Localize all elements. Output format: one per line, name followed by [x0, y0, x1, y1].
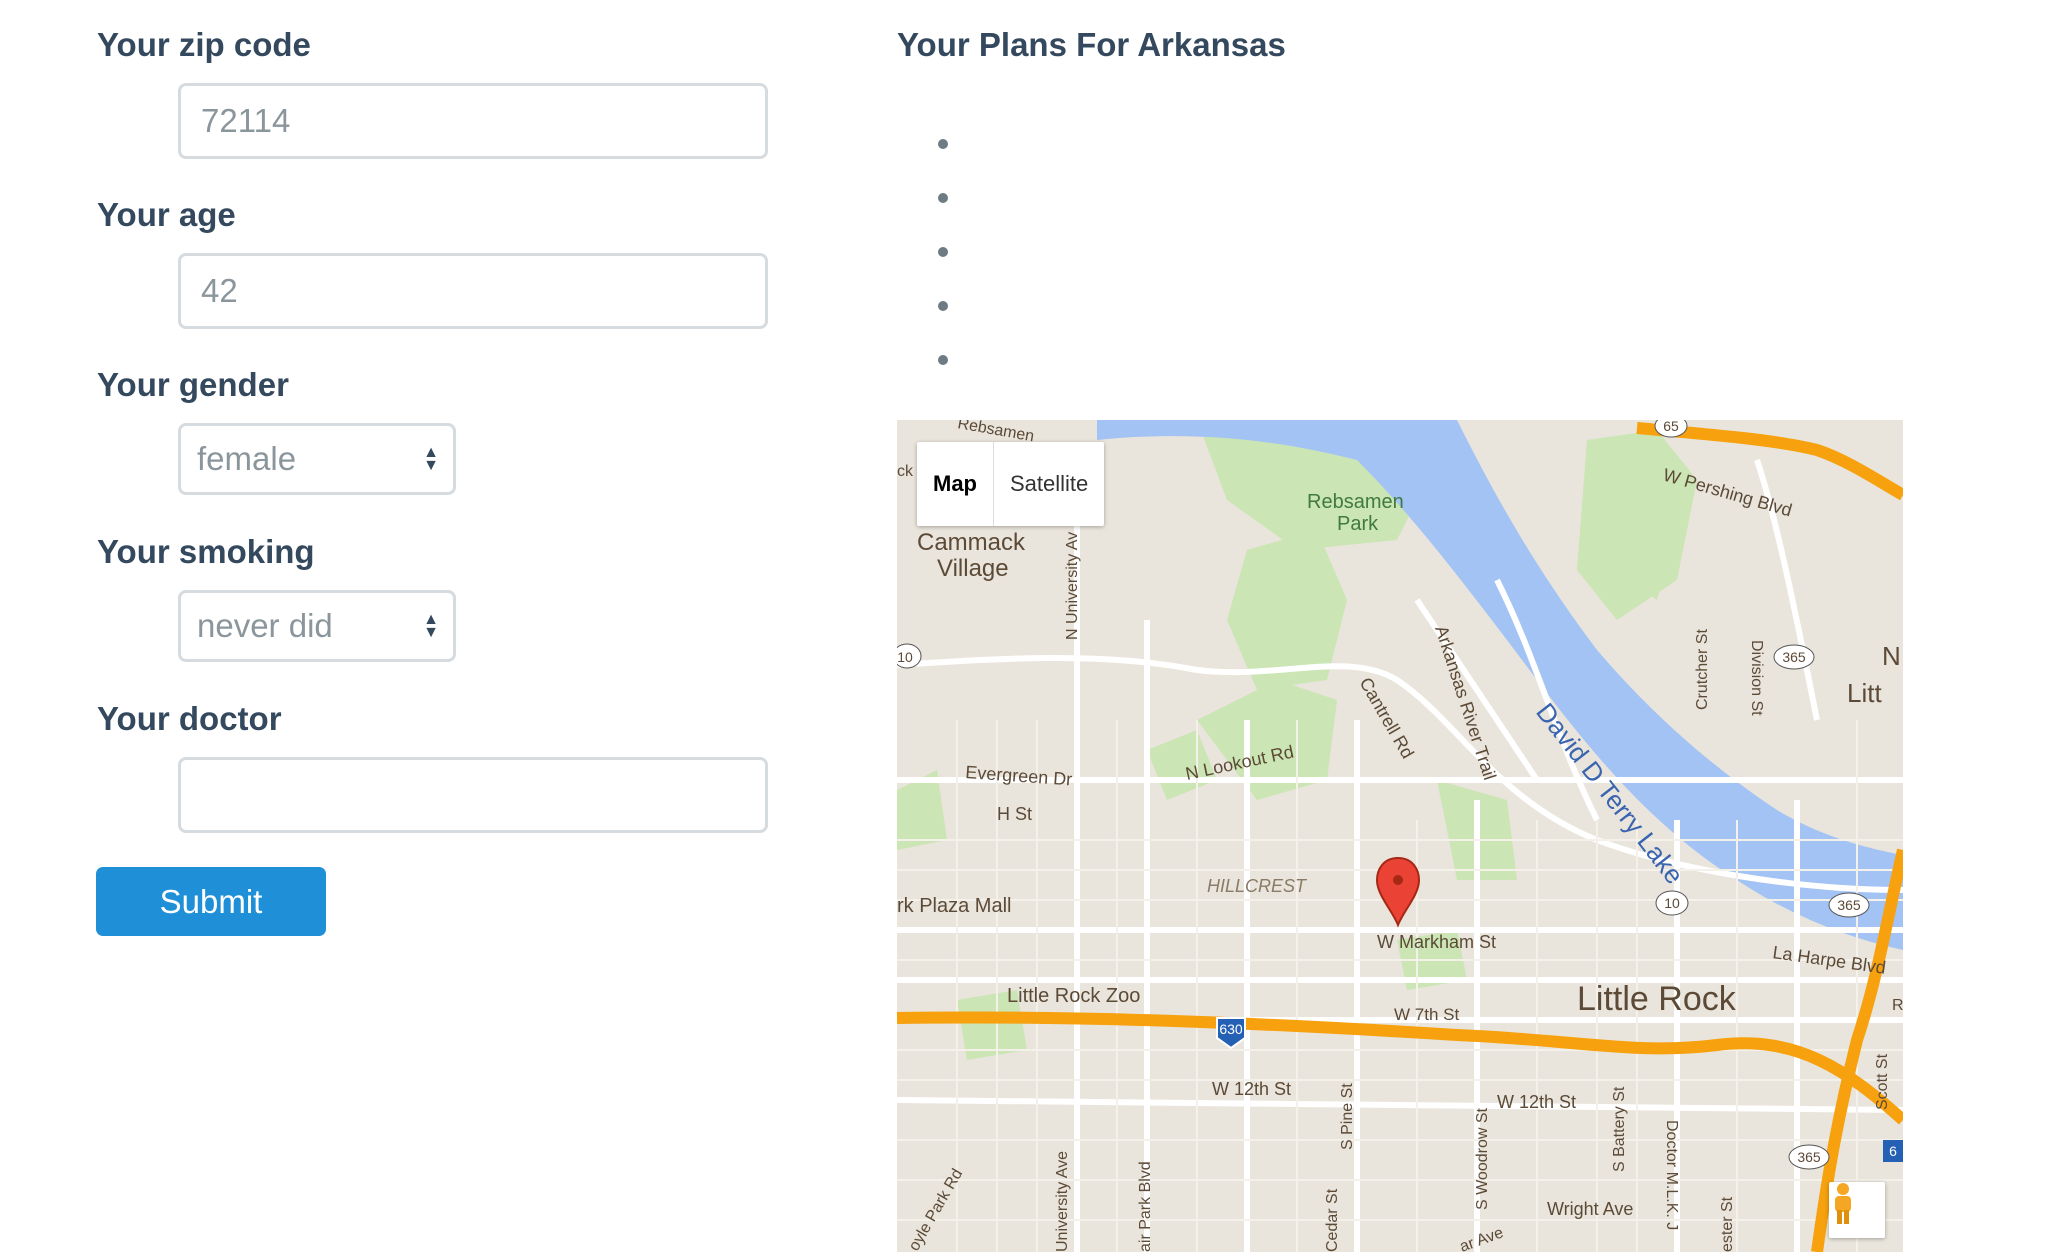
map-type-map-button[interactable]: Map	[917, 442, 994, 526]
svg-text:10: 10	[897, 649, 913, 665]
plan-item	[938, 170, 948, 224]
age-label: Your age	[97, 196, 236, 233]
svg-text:W 7th St: W 7th St	[1394, 1005, 1459, 1024]
gender-select-value: female	[197, 440, 297, 477]
map-type-satellite-button[interactable]: Satellite	[994, 442, 1104, 526]
svg-text:R: R	[1892, 997, 1903, 1014]
plan-item	[938, 278, 948, 332]
map-type-control: Map Satellite	[917, 442, 1105, 526]
svg-text:HILLCREST: HILLCREST	[1207, 876, 1308, 896]
svg-text:W 12th St: W 12th St	[1497, 1092, 1576, 1112]
svg-text:W Markham St: W Markham St	[1377, 932, 1496, 952]
age-input[interactable]: 42	[178, 253, 768, 329]
bullet-icon	[938, 355, 948, 365]
svg-text:10: 10	[1664, 895, 1680, 911]
svg-text:65: 65	[1663, 420, 1679, 434]
bullet-icon	[938, 301, 948, 311]
svg-text:630: 630	[1219, 1021, 1243, 1037]
svg-text:rk Plaza Mall: rk Plaza Mall	[897, 895, 1011, 917]
submit-button[interactable]: Submit	[96, 867, 326, 936]
svg-text:W 12th St: W 12th St	[1212, 1079, 1291, 1099]
svg-text:Little Rock Zoo: Little Rock Zoo	[1007, 985, 1140, 1007]
svg-text:Crutcher St: Crutcher St	[1694, 629, 1711, 710]
bullet-icon	[938, 193, 948, 203]
select-arrows-icon: ▲ ▼	[423, 444, 439, 474]
svg-text:University Ave: University Ave	[1054, 1151, 1071, 1252]
svg-text:365: 365	[1837, 897, 1861, 913]
smoking-select[interactable]: never did ▲ ▼	[178, 590, 456, 662]
svg-text:Litt: Litt	[1847, 678, 1882, 708]
plan-item	[938, 116, 948, 170]
svg-text:Wright Ave: Wright Ave	[1547, 1199, 1633, 1219]
svg-text:Division St: Division St	[1748, 640, 1765, 716]
svg-text:Cedar St: Cedar St	[1324, 1188, 1341, 1252]
svg-text:ester St: ester St	[1719, 1196, 1736, 1252]
smoking-select-value: never did	[197, 607, 333, 644]
bullet-icon	[938, 247, 948, 257]
svg-text:Little Rock: Little Rock	[1577, 980, 1737, 1018]
gender-select[interactable]: female ▲ ▼	[178, 423, 456, 495]
doctor-input[interactable]	[178, 757, 768, 833]
plan-item	[938, 332, 948, 386]
svg-text:S Battery St: S Battery St	[1611, 1086, 1628, 1172]
svg-text:6: 6	[1889, 1143, 1897, 1159]
bullet-icon	[938, 139, 948, 149]
plans-list	[938, 116, 948, 386]
svg-text:Cammack: Cammack	[917, 529, 1026, 556]
svg-text:Park: Park	[1337, 513, 1379, 535]
smoking-label: Your smoking	[97, 533, 315, 570]
plans-title: Your Plans For Arkansas	[897, 26, 1286, 63]
svg-text:S Woodrow St: S Woodrow St	[1474, 1107, 1491, 1210]
svg-text:Village: Village	[937, 555, 1009, 582]
svg-text:air Park Blvd: air Park Blvd	[1137, 1161, 1154, 1252]
svg-text:N University Av: N University Av	[1064, 532, 1081, 640]
select-arrows-icon: ▲ ▼	[423, 611, 439, 641]
svg-text:H St: H St	[997, 804, 1032, 824]
zip-label: Your zip code	[97, 26, 311, 63]
svg-text:365: 365	[1782, 649, 1806, 665]
map[interactable]: 630 65 365 10 10 365 365 6 Cammack Villa…	[897, 420, 1903, 1252]
svg-text:Doctor M.L.K. J: Doctor M.L.K. J	[1663, 1120, 1680, 1230]
svg-text:Scott St: Scott St	[1874, 1053, 1891, 1110]
zip-input[interactable]: 72114	[178, 83, 768, 159]
svg-text:ck: ck	[897, 463, 914, 480]
doctor-label: Your doctor	[97, 700, 282, 737]
svg-text:S Pine St: S Pine St	[1339, 1083, 1356, 1150]
map-canvas[interactable]: 630 65 365 10 10 365 365 6 Cammack Villa…	[897, 420, 1903, 1252]
svg-text:365: 365	[1797, 1149, 1821, 1165]
svg-text:N: N	[1882, 641, 1901, 671]
svg-text:Rebsamen: Rebsamen	[1307, 491, 1404, 513]
street-view-pegman-icon[interactable]	[1829, 1182, 1885, 1238]
gender-label: Your gender	[97, 366, 289, 403]
plan-item	[938, 224, 948, 278]
